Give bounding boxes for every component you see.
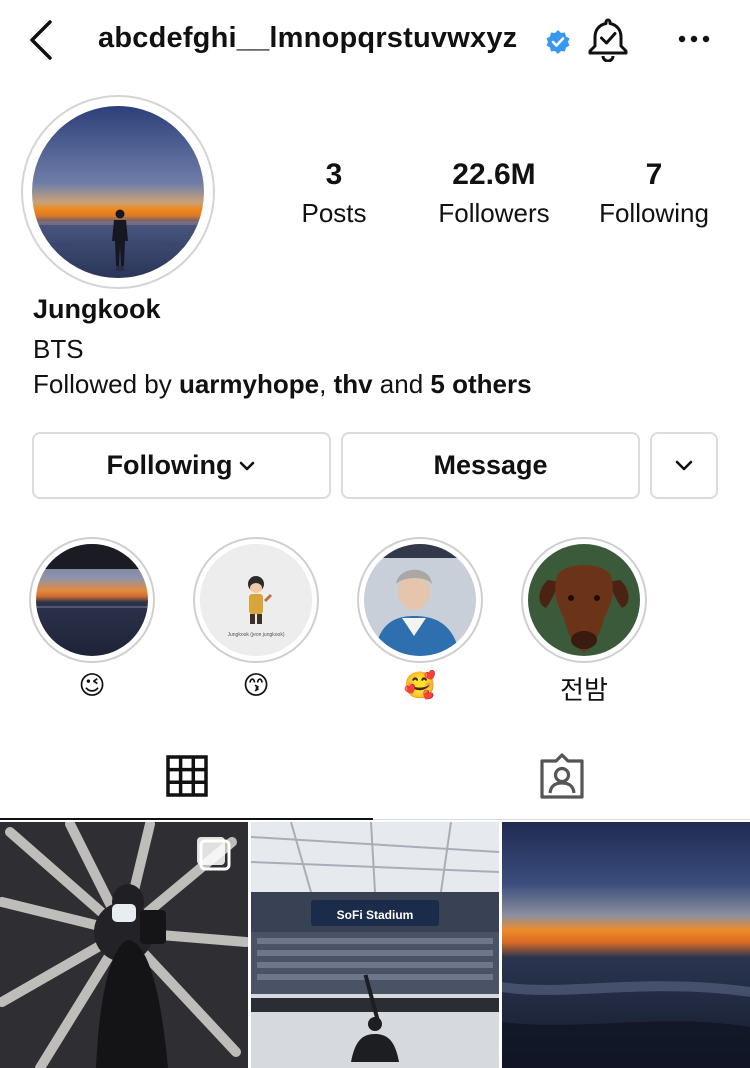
post-1[interactable] <box>0 822 248 1068</box>
chevron-down-icon <box>675 460 693 470</box>
highlight-4-image[interactable] <box>528 544 640 656</box>
stat-posts[interactable]: 3 Posts <box>254 158 414 230</box>
highlight-3-image[interactable] <box>364 544 476 656</box>
highlight-1-label: 😉 <box>78 670 106 700</box>
followers-label: Followers <box>438 198 550 228</box>
highlight-1-image[interactable] <box>36 544 148 656</box>
profile-avatar[interactable] <box>32 106 204 278</box>
profile-username: abcdefghi__lmnopqrstuvwxyz <box>98 22 518 54</box>
followed-by-separator: , <box>319 369 334 399</box>
notification-bell-icon[interactable] <box>586 16 630 62</box>
more-options-icon[interactable] <box>676 27 712 51</box>
followed-by-user-2[interactable]: thv <box>334 369 373 399</box>
profile-name: Jungkook <box>33 294 161 324</box>
followed-by-and: and <box>372 369 431 399</box>
chevron-down-icon <box>240 461 255 470</box>
post-2-image: SoFi Stadium <box>251 822 499 1068</box>
stat-following[interactable]: 7 Following <box>574 158 734 230</box>
highlight-2-label: 😙 <box>242 670 270 700</box>
avatar-sunset-image <box>32 106 204 278</box>
stadium-sign-text: SoFi Stadium <box>337 908 414 922</box>
followed-by-others[interactable]: 5 others <box>430 369 531 399</box>
highlight-sticker-caption: Jungkook (jeon jungkook) <box>228 632 285 638</box>
highlight-sunset-image <box>36 544 148 656</box>
followers-count: 22.6M <box>452 158 536 191</box>
posts-count: 3 <box>325 158 343 191</box>
active-tab-indicator <box>0 818 373 820</box>
highlight-2-image[interactable]: Jungkook (jeon jungkook) <box>200 544 312 656</box>
highlight-dog-image <box>528 544 640 656</box>
post-3-image <box>502 822 750 1068</box>
back-chevron-icon[interactable] <box>26 18 66 62</box>
suggested-accounts-button[interactable] <box>650 432 718 499</box>
tagged-icon[interactable] <box>538 753 586 799</box>
profile-bio: BTS <box>33 334 84 364</box>
following-button-label: Following <box>106 450 233 480</box>
stat-followers[interactable]: 22.6M Followers <box>414 158 574 230</box>
highlight-sticker-image: Jungkook (jeon jungkook) <box>200 544 312 656</box>
post-2[interactable]: SoFi Stadium <box>251 822 499 1068</box>
posts-label: Posts <box>301 198 367 228</box>
followed-by-text[interactable]: Followed by uarmyhope, thv and 5 others <box>33 369 532 400</box>
highlight-4-label: 전밤 <box>560 675 608 705</box>
post-3[interactable] <box>502 822 750 1068</box>
followed-by-user-1[interactable]: uarmyhope <box>179 369 319 399</box>
highlight-3-label: 🥰 <box>403 670 437 700</box>
highlight-selfie-image <box>364 544 476 656</box>
grid-icon[interactable] <box>166 755 208 797</box>
following-count: 7 <box>645 158 663 191</box>
message-button-label: Message <box>433 450 548 480</box>
verified-badge-icon <box>546 30 570 54</box>
following-label: Following <box>599 198 709 228</box>
post-1-image <box>0 822 248 1068</box>
following-button[interactable]: Following <box>32 432 331 499</box>
message-button[interactable]: Message <box>341 432 640 499</box>
followed-by-prefix: Followed by <box>33 369 179 399</box>
